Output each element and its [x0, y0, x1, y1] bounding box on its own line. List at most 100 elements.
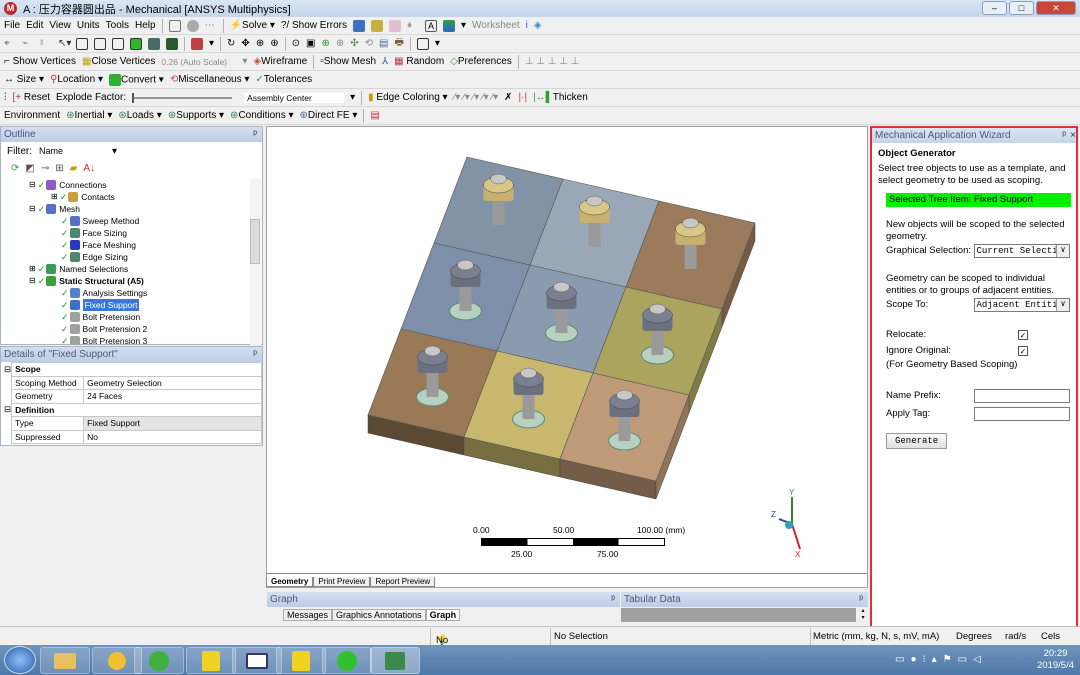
tree-item[interactable]: ✓ Fixed Support — [1, 299, 251, 311]
tabular-scrollbar[interactable]: ▴ ▾ — [858, 608, 868, 622]
menu-help[interactable]: Help — [135, 20, 156, 31]
close-icon[interactable]: × — [1070, 128, 1076, 143]
scoping-method-value[interactable]: Geometry Selection — [83, 375, 262, 390]
pointer-icon[interactable]: ⌖ — [4, 38, 16, 50]
location-button[interactable]: ⚲Location ▾ — [50, 74, 103, 85]
zoom-fit-icon[interactable]: ⊙ — [292, 38, 300, 49]
chart-icon[interactable] — [371, 19, 384, 32]
new-section-icon[interactable] — [353, 19, 366, 32]
close-button[interactable]: ✕ — [1036, 1, 1076, 15]
miscellaneous-button[interactable]: ⟲Miscellaneous ▾ — [170, 74, 250, 85]
filter-input[interactable] — [127, 144, 236, 158]
edge-style-icons[interactable]: ⁄▾ ⁄▾ ⁄▾ ⁄▾ ⁄▾ — [454, 92, 499, 103]
tab-print-preview[interactable]: Print Preview — [313, 577, 371, 587]
section-definition[interactable]: Definition — [11, 402, 262, 417]
inertial-button[interactable]: ⊛Inertial ▾ — [66, 110, 112, 121]
scale-combo[interactable]: 0.26 (Auto Scale) — [161, 57, 236, 67]
expand-toggle-icon[interactable]: ⊟ — [29, 179, 36, 191]
menu-tools[interactable]: Tools — [106, 20, 129, 31]
pin-icon[interactable]: ᵖ — [1062, 128, 1066, 143]
tree-item[interactable]: ✓ Bolt Pretension 2 — [1, 323, 251, 335]
taskbar-designmodeler-icon[interactable] — [322, 647, 372, 674]
geometry-value[interactable]: 24 Faces — [83, 389, 262, 404]
expand-toggle-icon[interactable]: ⊞ — [51, 191, 58, 203]
system-tray-icons[interactable]: ▭●⁝▴⚑▭◁ — [895, 654, 987, 665]
viewport-layout-icon[interactable] — [416, 37, 429, 50]
taskbar-mechanical-icon[interactable] — [370, 647, 420, 674]
direct-fe-button[interactable]: ⊛Direct FE ▾ — [300, 110, 358, 121]
console-icon[interactable] — [168, 19, 181, 32]
tree-item[interactable]: ✓ Bolt Pretension — [1, 311, 251, 323]
tag-icon[interactable]: ◈ — [534, 20, 542, 31]
graph-icon[interactable]: ⋯ — [205, 20, 217, 32]
preferences-button[interactable]: ◇Preferences — [450, 56, 512, 67]
generate-button[interactable]: Generate — [886, 433, 948, 449]
random-button[interactable]: ▦ Random — [394, 56, 444, 67]
tree-item[interactable]: ⊟ ✓ Connections — [1, 179, 251, 191]
zoom-box-icon[interactable]: ▣ — [306, 38, 315, 49]
tree-item[interactable]: ⊟ ✓ Static Structural (A5) — [1, 275, 251, 287]
tree-item[interactable]: ✓ Bolt Pretension 3 — [1, 335, 251, 345]
explode-icon[interactable]: ⫶ — [4, 92, 7, 103]
select-mode-icon[interactable]: ↖▾ — [58, 38, 71, 50]
tree-item[interactable]: ⊞ ✓ Named Selections — [1, 263, 251, 275]
thin-icon[interactable]: |·| — [519, 92, 528, 103]
taskbar-ansys-workbench-icon[interactable] — [276, 647, 326, 674]
clock[interactable]: 20:29 2019/5/4 — [1037, 648, 1074, 672]
graphical-selection-select[interactable]: Current Selecti ∨ — [973, 244, 1070, 258]
xyz-icon[interactable]: ᵡ — [40, 38, 52, 50]
magnifier-icon[interactable]: ⊕ — [336, 38, 344, 49]
triad-icon[interactable]: ⅄ — [382, 56, 388, 67]
image-icon[interactable] — [443, 19, 456, 32]
name-prefix-input[interactable] — [973, 389, 1070, 403]
annotation-icon[interactable]: A — [425, 19, 438, 32]
refresh-icon[interactable]: ⟳ — [11, 163, 19, 174]
vertex-display-icons[interactable]: ⊥ ⊥ ⊥ ⊥ ⊥ — [525, 56, 580, 67]
tab-report-preview[interactable]: Report Preview — [370, 577, 436, 587]
taskbar-ansys-icon[interactable] — [186, 647, 236, 674]
check-icon[interactable] — [186, 19, 199, 32]
next-view-icon[interactable]: ▤ — [379, 38, 388, 49]
relocate-checkbox[interactable]: ✓ — [1018, 330, 1028, 340]
select-element-icon[interactable] — [166, 37, 178, 50]
expand-toggle-icon[interactable]: ⊟ — [29, 203, 36, 215]
wireframe-button[interactable]: ◈Wireframe — [253, 56, 307, 67]
collapse-icon[interactable]: ⊸ — [41, 163, 49, 174]
tree-item[interactable]: ✓ Face Meshing — [1, 239, 251, 251]
pan-icon[interactable]: ✥ — [241, 38, 249, 49]
tab-messages[interactable]: Messages — [283, 609, 333, 621]
probe-icon[interactable]: ⌁ — [22, 38, 34, 50]
thicken-button[interactable]: |↔▌Thicken — [533, 92, 588, 103]
tab-graphics-annotations[interactable]: Graphics Annotations — [332, 609, 426, 621]
tree-item[interactable]: ✓ Face Sizing — [1, 227, 251, 239]
size-button[interactable]: ↔ Size ▾ — [4, 74, 44, 85]
outline-scrollbar[interactable] — [250, 179, 261, 345]
show-errors-button[interactable]: ?/ Show Errors — [281, 20, 347, 31]
menu-view[interactable]: View — [49, 20, 71, 31]
supports-button[interactable]: ⊛Supports ▾ — [168, 110, 224, 121]
temperature-status[interactable]: Cels — [1041, 631, 1060, 642]
start-button[interactable] — [4, 646, 36, 674]
suppressed-value[interactable]: No — [83, 429, 262, 444]
sort-icon[interactable]: A↓ — [83, 163, 95, 174]
tree-item[interactable]: ✓ Sweep Method — [1, 215, 251, 227]
iso-icon[interactable]: ✣ — [350, 38, 358, 49]
menu-edit[interactable]: Edit — [26, 20, 43, 31]
expand-toggle-icon[interactable]: ⊞ — [29, 263, 36, 275]
zoom-icon[interactable]: ⊕ — [256, 38, 264, 49]
box-zoom-icon[interactable]: ⊕ — [270, 38, 278, 49]
select-body-icon[interactable] — [130, 37, 142, 50]
comment-icon[interactable] — [389, 19, 402, 32]
tree-item[interactable]: ✓ Edge Sizing — [1, 251, 251, 263]
select-edge-icon[interactable] — [94, 37, 106, 50]
select-node-icon[interactable] — [148, 37, 160, 50]
scope-to-select[interactable]: Adjacent Entiti ∨ — [973, 298, 1070, 312]
pin-icon[interactable]: ᵖ — [253, 347, 257, 362]
taskbar-utorrent-icon[interactable] — [134, 647, 184, 674]
menu-units[interactable]: Units — [77, 20, 100, 31]
pin-tool-icon[interactable]: ✗ — [504, 92, 512, 103]
commands-icon[interactable]: ▤ — [370, 110, 379, 121]
reset-button[interactable]: [+ Reset — [13, 92, 51, 103]
print-icon[interactable]: 🖶 — [394, 35, 403, 52]
zoom-green-icon[interactable]: ⊕ — [321, 38, 329, 49]
